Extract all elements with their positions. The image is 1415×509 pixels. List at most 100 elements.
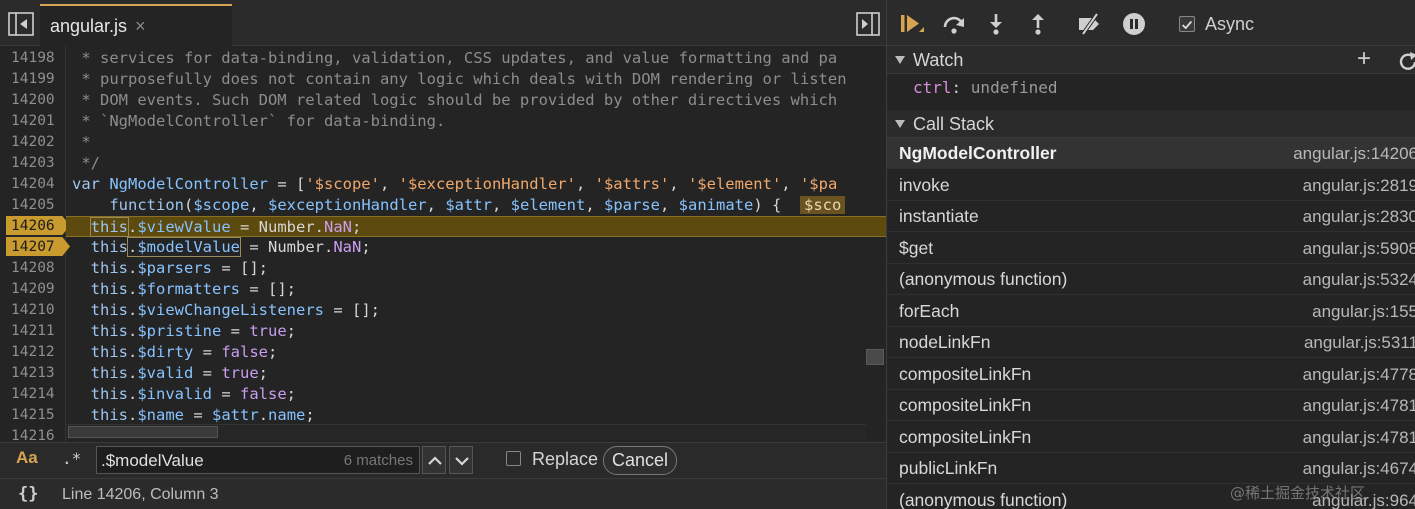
- code-line[interactable]: this.$modelValue = Number.NaN;: [72, 237, 886, 258]
- resume-icon[interactable]: [899, 11, 925, 37]
- deactivate-breakpoints-icon[interactable]: [1077, 11, 1103, 37]
- line-number[interactable]: 14207: [0, 237, 64, 258]
- line-number[interactable]: 14198: [0, 48, 64, 69]
- refresh-icon[interactable]: [1397, 51, 1415, 73]
- call-frame[interactable]: compositeLinkFn angular.js:4781: [887, 390, 1415, 421]
- code-line[interactable]: this.$name = $attr.name;: [72, 405, 886, 426]
- line-number[interactable]: 14212: [0, 342, 64, 363]
- line-number[interactable]: 14216: [0, 426, 64, 442]
- collapse-triangle-icon[interactable]: [895, 120, 905, 128]
- watch-expression[interactable]: ctrl: undefined: [913, 78, 1058, 97]
- search-bar: Aa .* 6 matches Replace Cancel: [0, 442, 886, 478]
- call-frame[interactable]: compositeLinkFn angular.js:4778: [887, 359, 1415, 390]
- regex-button[interactable]: .*: [62, 449, 81, 468]
- code-line-paused[interactable]: this.$viewValue = Number.NaN;: [66, 216, 886, 237]
- search-next-button[interactable]: [449, 446, 473, 474]
- call-frame[interactable]: compositeLinkFn angular.js:4781: [887, 422, 1415, 453]
- code-token: this: [90, 259, 128, 277]
- line-number[interactable]: 14205: [0, 195, 64, 216]
- async-label[interactable]: Async: [1205, 14, 1254, 35]
- step-into-icon[interactable]: [983, 11, 1009, 37]
- line-number[interactable]: 14213: [0, 363, 64, 384]
- call-frame[interactable]: NgModelController angular.js:14206: [887, 138, 1415, 169]
- replace-checkbox[interactable]: [506, 451, 521, 466]
- code-line[interactable]: var NgModelController = ['$scope', '$exc…: [72, 174, 886, 195]
- code-line[interactable]: this.$invalid = false;: [72, 384, 886, 405]
- line-number[interactable]: 14209: [0, 279, 64, 300]
- code-editor[interactable]: 14198 14199 14200 14201 14202 14203 1420…: [0, 46, 886, 442]
- line-number[interactable]: 14201: [0, 111, 64, 132]
- line-number[interactable]: 14200: [0, 90, 64, 111]
- call-frame[interactable]: publicLinkFn angular.js:4674: [887, 453, 1415, 484]
- call-frame-name: publicLinkFn: [899, 458, 998, 478]
- vertical-scrollbar-thumb[interactable]: [866, 349, 884, 365]
- file-tab-angular-js[interactable]: angular.js ×: [40, 4, 232, 46]
- search-input[interactable]: [101, 450, 331, 472]
- search-previous-button[interactable]: [422, 446, 446, 474]
- code-line[interactable]: *: [72, 132, 886, 153]
- pretty-print-icon[interactable]: {}: [18, 484, 38, 504]
- line-number[interactable]: 14206: [0, 216, 64, 237]
- call-frame[interactable]: instantiate angular.js:2830: [887, 201, 1415, 232]
- call-frame-location: angular.js:4674: [1302, 459, 1415, 478]
- cursor-position: Line 14206, Column 3: [62, 486, 219, 503]
- code-token: $exceptionHandler: [268, 196, 427, 214]
- cancel-search-button[interactable]: Cancel: [603, 446, 677, 475]
- step-over-icon[interactable]: [941, 11, 967, 37]
- code-token: this: [90, 343, 128, 361]
- call-frame-location: angular.js:5908: [1302, 238, 1415, 258]
- code-line[interactable]: function($scope, $exceptionHandler, $att…: [72, 195, 886, 216]
- line-number[interactable]: 14215: [0, 405, 64, 426]
- code-token: $formatters: [137, 280, 240, 298]
- pause-on-exceptions-icon[interactable]: [1121, 11, 1147, 37]
- line-number[interactable]: 14208: [0, 258, 64, 279]
- code-line[interactable]: this.$valid = true;: [72, 363, 886, 384]
- code-line[interactable]: this.$viewChangeListeners = [];: [72, 300, 886, 321]
- search-field[interactable]: 6 matches: [96, 446, 420, 474]
- call-frame[interactable]: $get angular.js:5908: [887, 233, 1415, 264]
- code-token: this: [90, 280, 128, 298]
- code-token: NgModelController: [109, 175, 268, 193]
- horizontal-scrollbar-thumb[interactable]: [68, 426, 218, 438]
- code-line[interactable]: this.$formatters = [];: [72, 279, 886, 300]
- code-line[interactable]: this.$pristine = true;: [72, 321, 886, 342]
- call-stack-section-header[interactable]: Call Stack: [887, 110, 1415, 138]
- call-frame[interactable]: invoke angular.js:2819: [887, 170, 1415, 201]
- code-line[interactable]: * DOM events. Such DOM related logic sho…: [72, 90, 886, 111]
- line-number[interactable]: 14214: [0, 384, 64, 405]
- line-number[interactable]: 14199: [0, 69, 64, 90]
- match-case-button[interactable]: Aa: [16, 448, 38, 468]
- line-number[interactable]: 14210: [0, 300, 64, 321]
- match-count: 6 matches: [343, 452, 413, 469]
- code-lines[interactable]: * services for data-binding, validation,…: [66, 46, 886, 442]
- toggle-debugger-icon[interactable]: [856, 12, 880, 36]
- call-frame[interactable]: forEach angular.js:155: [887, 296, 1415, 327]
- call-frame[interactable]: nodeLinkFn angular.js:5311: [887, 327, 1415, 358]
- code-line[interactable]: this.$parsers = [];: [72, 258, 886, 279]
- line-number[interactable]: 14211: [0, 321, 64, 342]
- watermark: @稀土掘金技术社区: [1230, 484, 1366, 502]
- code-line[interactable]: * purposefully does not contain any logi…: [72, 69, 886, 90]
- collapse-triangle-icon[interactable]: [895, 56, 905, 64]
- code-token: NaN: [324, 218, 353, 236]
- add-watch-button[interactable]: +: [1357, 47, 1371, 71]
- code-line[interactable]: * services for data-binding, validation,…: [72, 48, 886, 69]
- step-out-icon[interactable]: [1025, 11, 1051, 37]
- toggle-navigator-icon[interactable]: [8, 12, 34, 36]
- line-number[interactable]: 14204: [0, 174, 64, 195]
- close-tab-icon[interactable]: ×: [135, 16, 146, 37]
- replace-label[interactable]: Replace: [532, 449, 598, 470]
- code-line[interactable]: */: [72, 153, 886, 174]
- async-checkbox[interactable]: [1179, 16, 1195, 32]
- watch-section-header[interactable]: Watch +: [887, 46, 1415, 74]
- code-token: true: [249, 322, 287, 340]
- line-number[interactable]: 14203: [0, 153, 64, 174]
- call-frame[interactable]: (anonymous function) angular.js:5324: [887, 264, 1415, 295]
- inline-value-badge[interactable]: $sco: [799, 196, 846, 214]
- call-frame-location: angular.js:2830: [1302, 207, 1415, 226]
- code-token: this: [90, 385, 128, 403]
- code-line[interactable]: * `NgModelController` for data-binding.: [72, 111, 886, 132]
- code-line[interactable]: this.$dirty = false;: [72, 342, 886, 363]
- line-number-gutter[interactable]: 14198 14199 14200 14201 14202 14203 1420…: [0, 46, 70, 442]
- line-number[interactable]: 14202: [0, 132, 64, 153]
